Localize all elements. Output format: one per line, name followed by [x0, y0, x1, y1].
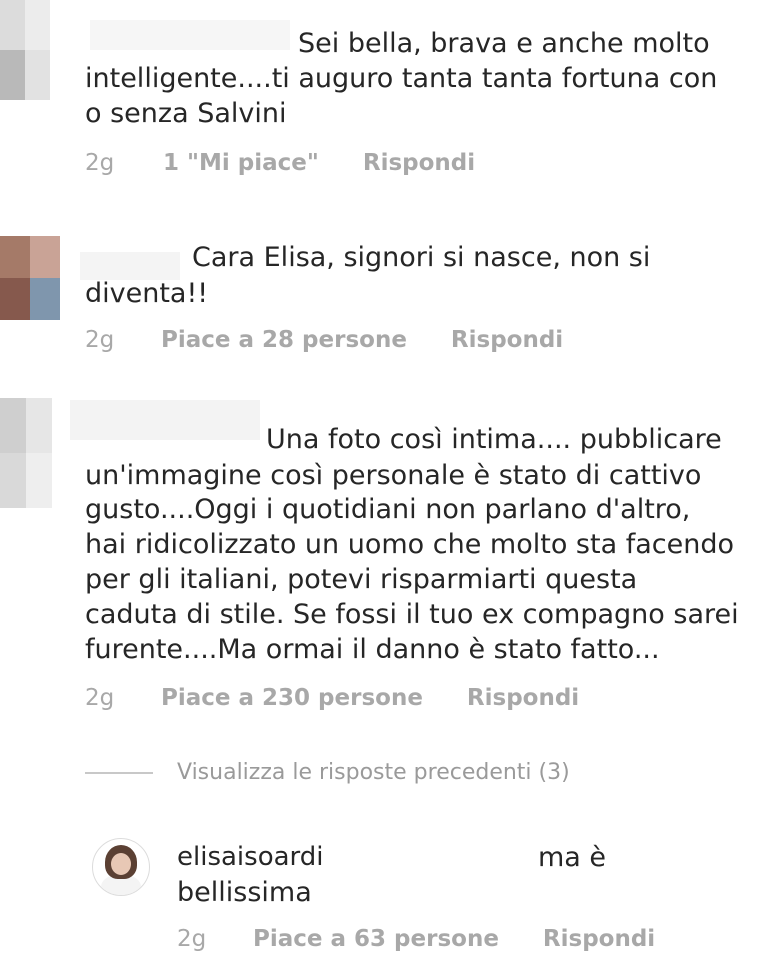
comment-text-line: caduta di stile. Se fossi il tuo ex comp… [85, 599, 739, 630]
avatar[interactable] [92, 838, 150, 896]
likes-count[interactable]: 1 "Mi piace" [163, 150, 319, 176]
likes-count[interactable]: Piace a 28 persone [161, 327, 407, 353]
reply-button[interactable]: Rispondi [467, 685, 579, 711]
reply-text-second: bellissima [177, 877, 312, 908]
reply-text-first: ma è [538, 842, 607, 873]
comment-text-line: Una foto così intima.... pubblicare [266, 424, 722, 455]
avatar-face-shape [111, 853, 131, 875]
comment-text-line: intelligente....ti auguro tanta tanta fo… [85, 63, 718, 94]
reply-time: 2g [177, 926, 207, 952]
view-previous-replies-button[interactable]: Visualizza le risposte precedenti (3) [85, 760, 570, 785]
comment-text-line: per gli italiani, potevi risparmiarti qu… [85, 564, 638, 595]
avatar[interactable] [0, 236, 60, 320]
comment-text-line: diventa!! [85, 278, 209, 309]
likes-count[interactable]: Piace a 230 persone [161, 685, 423, 711]
comment-meta: 2g 1 "Mi piace" Rispondi [85, 150, 475, 176]
comment-text-line: furente....Ma ormai il danno è stato fat… [85, 634, 660, 665]
comment-time: 2g [85, 685, 115, 711]
comment-meta: 2g Piace a 28 persone Rispondi [85, 327, 563, 353]
comment-text-line: gusto....Oggi i quotidiani non parlano d… [85, 494, 691, 525]
comment-text-line: Sei bella, brava e anche molto [298, 28, 710, 59]
reply-meta: 2g Piace a 63 persone Rispondi [177, 926, 655, 952]
avatar[interactable] [0, 398, 52, 508]
comment-time: 2g [85, 150, 115, 176]
replies-divider-line [85, 771, 153, 774]
reply-button[interactable]: Rispondi [363, 150, 475, 176]
username-blurred[interactable] [90, 20, 290, 50]
view-replies-label: Visualizza le risposte precedenti (3) [177, 760, 570, 785]
comment-text-line: un'immagine così personale è stato di ca… [85, 460, 702, 491]
reply-username[interactable]: elisaisoardi [177, 840, 324, 875]
reply-button[interactable]: Rispondi [543, 926, 655, 952]
reply-button[interactable]: Rispondi [451, 327, 563, 353]
username-blurred[interactable] [70, 400, 260, 440]
comment-text-line: o senza Salvini [85, 98, 287, 129]
comment-text-line: Cara Elisa, signori si nasce, non si [192, 242, 651, 273]
comment-time: 2g [85, 327, 115, 353]
avatar[interactable] [0, 0, 50, 100]
likes-count[interactable]: Piace a 63 persone [253, 926, 499, 952]
comment-text-line: hai ridicolizzato un uomo che molto sta … [85, 529, 734, 560]
comment-meta: 2g Piace a 230 persone Rispondi [85, 685, 579, 711]
